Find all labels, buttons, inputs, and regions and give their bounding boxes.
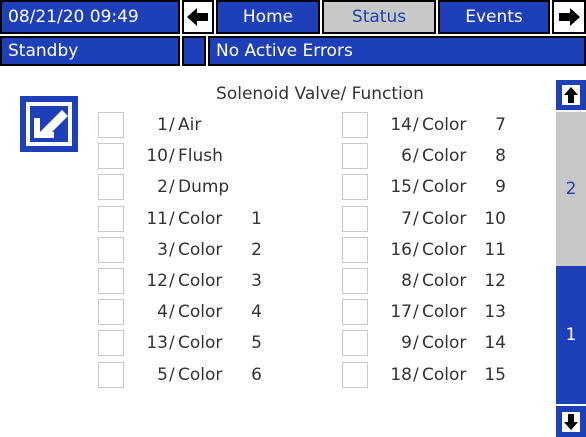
valve-separator: /	[413, 302, 419, 323]
valve-grid: 1/Air 10/Flush 2/Dump 11/Color 1 3/Color 2 12/C…	[0, 0, 586, 437]
valve-color-number: 9	[495, 177, 506, 198]
valve-color-number: 12	[484, 271, 506, 291]
valve-checkbox[interactable]	[98, 112, 124, 138]
valve-color-number: 8	[495, 146, 506, 167]
valve-checkbox[interactable]	[342, 361, 368, 388]
valve-number: 10	[146, 146, 168, 167]
valve-function: Flush	[178, 146, 223, 167]
valve-function: Color	[422, 177, 467, 198]
valve-checkbox[interactable]	[342, 268, 368, 294]
valve-color-number: 5	[251, 333, 262, 354]
valve-separator: /	[169, 333, 175, 354]
valve-checkbox[interactable]	[98, 361, 124, 388]
valve-checkbox[interactable]	[342, 205, 368, 232]
valve-function: Dump	[178, 177, 230, 198]
valve-number: 17	[390, 302, 412, 323]
up-arrow-icon	[562, 85, 580, 105]
valve-number: 11	[146, 208, 168, 229]
valve-checkbox[interactable]	[98, 299, 124, 326]
valve-separator: /	[169, 115, 175, 135]
valve-color-number: 4	[251, 302, 262, 323]
valve-separator: /	[413, 146, 419, 167]
valve-function: Color	[422, 146, 467, 167]
valve-separator: /	[413, 177, 419, 198]
valve-function: Color	[422, 333, 467, 354]
pager: 2 1	[556, 80, 586, 437]
page-2-button[interactable]: 2	[556, 112, 586, 266]
valve-checkbox[interactable]	[342, 143, 368, 170]
valve-color-number: 3	[251, 271, 262, 291]
valve-number: 3	[157, 239, 168, 260]
valve-color-number: 6	[251, 364, 262, 385]
valve-number: 5	[157, 364, 168, 385]
valve-color-number: 11	[484, 239, 506, 260]
valve-color-number: 2	[251, 239, 262, 260]
valve-function: Color	[178, 302, 223, 323]
valve-separator: /	[413, 271, 419, 291]
valve-color-number: 7	[495, 115, 506, 135]
valve-separator: /	[169, 271, 175, 291]
valve-checkbox[interactable]	[342, 236, 368, 263]
valve-separator: /	[413, 115, 419, 135]
valve-checkbox[interactable]	[98, 174, 124, 201]
valve-number: 14	[390, 115, 412, 135]
valve-color-number: 13	[484, 302, 506, 323]
valve-function: Air	[178, 115, 202, 135]
valve-function: Color	[178, 271, 223, 291]
valve-separator: /	[169, 302, 175, 323]
valve-number: 1	[157, 115, 168, 135]
valve-function: Color	[178, 239, 223, 260]
valve-number: 13	[146, 333, 168, 354]
page-1-button[interactable]: 1	[556, 266, 586, 404]
valve-separator: /	[169, 364, 175, 385]
valve-checkbox[interactable]	[98, 268, 124, 294]
valve-checkbox[interactable]	[342, 299, 368, 326]
valve-checkbox[interactable]	[342, 330, 368, 357]
valve-number: 12	[146, 271, 168, 291]
page-2-label: 2	[565, 179, 577, 199]
valve-checkbox[interactable]	[98, 143, 124, 170]
valve-function: Color	[422, 115, 467, 135]
valve-color-number: 1	[251, 208, 262, 229]
valve-function: Color	[178, 208, 223, 229]
valve-separator: /	[169, 239, 175, 260]
valve-separator: /	[169, 208, 175, 229]
valve-number: 2	[157, 177, 168, 198]
valve-separator: /	[413, 208, 419, 229]
valve-function: Color	[422, 208, 467, 229]
valve-function: Color	[422, 364, 467, 385]
valve-color-number: 15	[484, 364, 506, 385]
down-arrow-icon	[562, 411, 580, 432]
valve-number: 9	[401, 333, 412, 354]
valve-number: 18	[390, 364, 412, 385]
valve-function: Color	[422, 302, 467, 323]
valve-function: Color	[178, 364, 223, 385]
valve-number: 16	[390, 239, 412, 260]
valve-number: 8	[401, 271, 412, 291]
valve-number: 7	[401, 208, 412, 229]
valve-number: 6	[401, 146, 412, 167]
page-down-button[interactable]	[556, 406, 586, 437]
page-up-button[interactable]	[556, 80, 586, 110]
valve-color-number: 14	[484, 333, 506, 354]
valve-separator: /	[413, 333, 419, 354]
valve-number: 15	[390, 177, 412, 198]
valve-checkbox[interactable]	[98, 205, 124, 232]
valve-separator: /	[413, 364, 419, 385]
valve-color-number: 10	[484, 208, 506, 229]
valve-separator: /	[169, 177, 175, 198]
valve-function: Color	[422, 239, 467, 260]
page-1-label: 1	[565, 325, 577, 345]
valve-checkbox[interactable]	[98, 236, 124, 263]
valve-checkbox[interactable]	[98, 330, 124, 357]
valve-separator: /	[413, 239, 419, 260]
valve-number: 4	[157, 302, 168, 323]
valve-function: Color	[178, 333, 223, 354]
valve-function: Color	[422, 271, 467, 291]
valve-separator: /	[169, 146, 175, 167]
valve-checkbox[interactable]	[342, 112, 368, 138]
valve-checkbox[interactable]	[342, 174, 368, 201]
